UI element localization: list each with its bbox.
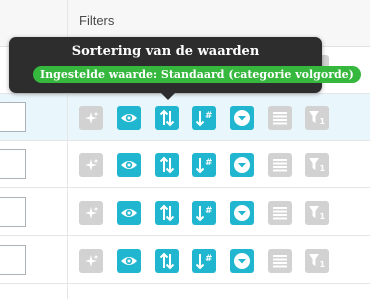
- svg-text:#: #: [205, 158, 213, 168]
- list-lines-icon: [272, 206, 288, 220]
- svg-text:1: 1: [320, 117, 326, 126]
- eye-icon: [120, 158, 138, 172]
- sort-numeric-icon: #: [195, 156, 213, 174]
- row-value-input[interactable]: [0, 149, 26, 179]
- sort-arrows-button[interactable]: [155, 106, 179, 130]
- dropdown-chevron-icon: [233, 109, 251, 127]
- filter-one-button[interactable]: 1: [305, 153, 329, 177]
- sort-numeric-icon: #: [195, 252, 213, 270]
- svg-text:1: 1: [320, 164, 326, 173]
- tooltip-title: Sortering van de waarden: [71, 44, 260, 59]
- table-row: #1: [0, 237, 370, 284]
- magic-sparkle-icon: [83, 157, 99, 173]
- list-lines-button[interactable]: [268, 153, 292, 177]
- list-lines-button[interactable]: [268, 249, 292, 273]
- table-row: #1: [0, 141, 370, 188]
- filter-one-button[interactable]: 1: [305, 201, 329, 225]
- sort-numeric-button[interactable]: #: [192, 106, 216, 130]
- filter-one-icon: 1: [308, 253, 326, 269]
- eye-icon: [120, 206, 138, 220]
- tooltip-arrow: [160, 92, 176, 100]
- svg-text:#: #: [205, 254, 213, 264]
- list-lines-icon: [272, 111, 288, 125]
- sort-arrows-icon: [159, 252, 175, 270]
- dropdown-chevron-button[interactable]: [230, 201, 254, 225]
- row-value-input[interactable]: [0, 197, 26, 227]
- row-value-input[interactable]: [0, 245, 26, 275]
- magic-sparkle-icon: [83, 205, 99, 221]
- dropdown-chevron-icon: [233, 204, 251, 222]
- sort-numeric-icon: #: [195, 109, 213, 127]
- eye-icon: [120, 254, 138, 268]
- eye-button[interactable]: [117, 249, 141, 273]
- list-lines-button[interactable]: [268, 201, 292, 225]
- dropdown-chevron-icon: [233, 252, 251, 270]
- magic-sparkle-button[interactable]: [79, 249, 103, 273]
- magic-sparkle-button[interactable]: [79, 201, 103, 225]
- eye-button[interactable]: [117, 201, 141, 225]
- svg-text:#: #: [205, 111, 213, 121]
- eye-icon: [120, 111, 138, 125]
- dropdown-chevron-button[interactable]: [230, 106, 254, 130]
- filter-one-icon: 1: [308, 110, 326, 126]
- dropdown-chevron-button[interactable]: [230, 249, 254, 273]
- list-lines-icon: [272, 158, 288, 172]
- svg-text:1: 1: [320, 260, 326, 269]
- dropdown-chevron-icon: [233, 156, 251, 174]
- row-value-input[interactable]: [0, 102, 26, 132]
- magic-sparkle-button[interactable]: [79, 106, 103, 130]
- current-value-badge: Ingestelde waarde: Standaard (categorie …: [33, 66, 361, 83]
- magic-sparkle-icon: [83, 253, 99, 269]
- list-lines-icon: [272, 254, 288, 268]
- filter-one-icon: 1: [308, 205, 326, 221]
- sort-numeric-button[interactable]: #: [192, 153, 216, 177]
- svg-text:1: 1: [320, 212, 326, 221]
- sort-numeric-icon: #: [195, 204, 213, 222]
- filter-one-button[interactable]: 1: [305, 106, 329, 130]
- sort-arrows-icon: [159, 204, 175, 222]
- filter-one-icon: 1: [308, 157, 326, 173]
- sort-arrows-button[interactable]: [155, 249, 179, 273]
- eye-button[interactable]: [117, 153, 141, 177]
- eye-button[interactable]: [117, 106, 141, 130]
- sort-tooltip: Sortering van de waarden Ingestelde waar…: [9, 37, 361, 93]
- magic-sparkle-icon: [83, 110, 99, 126]
- sort-arrows-icon: [159, 109, 175, 127]
- table-row: #1: [0, 94, 370, 141]
- magic-sparkle-button[interactable]: [79, 153, 103, 177]
- sort-numeric-button[interactable]: #: [192, 249, 216, 273]
- sort-arrows-button[interactable]: [155, 153, 179, 177]
- list-lines-button[interactable]: [268, 106, 292, 130]
- sort-arrows-button[interactable]: [155, 201, 179, 225]
- dropdown-chevron-button[interactable]: [230, 153, 254, 177]
- filter-one-button[interactable]: 1: [305, 249, 329, 273]
- sort-arrows-icon: [159, 156, 175, 174]
- sort-numeric-button[interactable]: #: [192, 201, 216, 225]
- filters-column-title: Filters: [79, 13, 115, 28]
- svg-text:#: #: [205, 206, 213, 216]
- table-row: #1: [0, 189, 370, 236]
